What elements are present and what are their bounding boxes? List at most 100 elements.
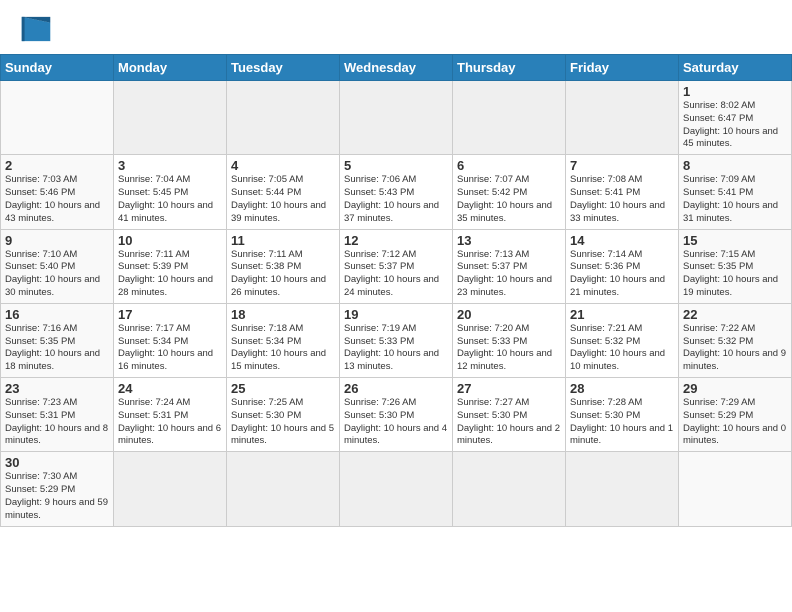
- calendar-cell: 9Sunrise: 7:10 AM Sunset: 5:40 PM Daylig…: [1, 229, 114, 303]
- calendar-header-row: Sunday Monday Tuesday Wednesday Thursday…: [1, 55, 792, 81]
- day-info: Sunrise: 8:02 AM Sunset: 6:47 PM Dayligh…: [683, 100, 787, 151]
- day-number: 3: [118, 158, 222, 173]
- calendar-cell: 10Sunrise: 7:11 AM Sunset: 5:39 PM Dayli…: [114, 229, 227, 303]
- calendar-cell: [114, 452, 227, 526]
- day-info: Sunrise: 7:03 AM Sunset: 5:46 PM Dayligh…: [5, 174, 109, 225]
- day-info: Sunrise: 7:11 AM Sunset: 5:38 PM Dayligh…: [231, 249, 335, 300]
- calendar-cell: [566, 81, 679, 155]
- day-number: 21: [570, 307, 674, 322]
- day-number: 10: [118, 233, 222, 248]
- header: [0, 0, 792, 50]
- day-info: Sunrise: 7:04 AM Sunset: 5:45 PM Dayligh…: [118, 174, 222, 225]
- calendar-cell: 21Sunrise: 7:21 AM Sunset: 5:32 PM Dayli…: [566, 303, 679, 377]
- calendar-week-row: 2Sunrise: 7:03 AM Sunset: 5:46 PM Daylig…: [1, 155, 792, 229]
- calendar-cell: [453, 452, 566, 526]
- day-info: Sunrise: 7:18 AM Sunset: 5:34 PM Dayligh…: [231, 323, 335, 374]
- day-number: 14: [570, 233, 674, 248]
- day-info: Sunrise: 7:05 AM Sunset: 5:44 PM Dayligh…: [231, 174, 335, 225]
- day-info: Sunrise: 7:23 AM Sunset: 5:31 PM Dayligh…: [5, 397, 109, 448]
- calendar-cell: [679, 452, 792, 526]
- day-info: Sunrise: 7:15 AM Sunset: 5:35 PM Dayligh…: [683, 249, 787, 300]
- calendar-cell: [453, 81, 566, 155]
- calendar-cell: 24Sunrise: 7:24 AM Sunset: 5:31 PM Dayli…: [114, 378, 227, 452]
- col-thursday: Thursday: [453, 55, 566, 81]
- page: Sunday Monday Tuesday Wednesday Thursday…: [0, 0, 792, 527]
- day-info: Sunrise: 7:30 AM Sunset: 5:29 PM Dayligh…: [5, 471, 109, 522]
- day-number: 8: [683, 158, 787, 173]
- calendar-cell: 22Sunrise: 7:22 AM Sunset: 5:32 PM Dayli…: [679, 303, 792, 377]
- day-number: 28: [570, 381, 674, 396]
- calendar-week-row: 30Sunrise: 7:30 AM Sunset: 5:29 PM Dayli…: [1, 452, 792, 526]
- day-info: Sunrise: 7:25 AM Sunset: 5:30 PM Dayligh…: [231, 397, 335, 448]
- day-number: 12: [344, 233, 448, 248]
- day-number: 17: [118, 307, 222, 322]
- day-info: Sunrise: 7:09 AM Sunset: 5:41 PM Dayligh…: [683, 174, 787, 225]
- day-number: 27: [457, 381, 561, 396]
- day-info: Sunrise: 7:07 AM Sunset: 5:42 PM Dayligh…: [457, 174, 561, 225]
- calendar-cell: 16Sunrise: 7:16 AM Sunset: 5:35 PM Dayli…: [1, 303, 114, 377]
- calendar-cell: 2Sunrise: 7:03 AM Sunset: 5:46 PM Daylig…: [1, 155, 114, 229]
- day-number: 5: [344, 158, 448, 173]
- day-info: Sunrise: 7:16 AM Sunset: 5:35 PM Dayligh…: [5, 323, 109, 374]
- day-info: Sunrise: 7:14 AM Sunset: 5:36 PM Dayligh…: [570, 249, 674, 300]
- day-info: Sunrise: 7:12 AM Sunset: 5:37 PM Dayligh…: [344, 249, 448, 300]
- calendar-cell: 23Sunrise: 7:23 AM Sunset: 5:31 PM Dayli…: [1, 378, 114, 452]
- calendar-week-row: 1Sunrise: 8:02 AM Sunset: 6:47 PM Daylig…: [1, 81, 792, 155]
- calendar-cell: 13Sunrise: 7:13 AM Sunset: 5:37 PM Dayli…: [453, 229, 566, 303]
- day-number: 13: [457, 233, 561, 248]
- calendar-cell: 12Sunrise: 7:12 AM Sunset: 5:37 PM Dayli…: [340, 229, 453, 303]
- calendar-cell: 20Sunrise: 7:20 AM Sunset: 5:33 PM Dayli…: [453, 303, 566, 377]
- day-number: 1: [683, 84, 787, 99]
- day-number: 25: [231, 381, 335, 396]
- calendar-cell: 11Sunrise: 7:11 AM Sunset: 5:38 PM Dayli…: [227, 229, 340, 303]
- general-blue-logo-icon: [18, 14, 54, 44]
- calendar-cell: 28Sunrise: 7:28 AM Sunset: 5:30 PM Dayli…: [566, 378, 679, 452]
- day-info: Sunrise: 7:11 AM Sunset: 5:39 PM Dayligh…: [118, 249, 222, 300]
- calendar-cell: 30Sunrise: 7:30 AM Sunset: 5:29 PM Dayli…: [1, 452, 114, 526]
- day-info: Sunrise: 7:28 AM Sunset: 5:30 PM Dayligh…: [570, 397, 674, 448]
- calendar-cell: 26Sunrise: 7:26 AM Sunset: 5:30 PM Dayli…: [340, 378, 453, 452]
- calendar-cell: [114, 81, 227, 155]
- col-sunday: Sunday: [1, 55, 114, 81]
- calendar-cell: 7Sunrise: 7:08 AM Sunset: 5:41 PM Daylig…: [566, 155, 679, 229]
- col-friday: Friday: [566, 55, 679, 81]
- calendar-cell: 4Sunrise: 7:05 AM Sunset: 5:44 PM Daylig…: [227, 155, 340, 229]
- calendar-week-row: 23Sunrise: 7:23 AM Sunset: 5:31 PM Dayli…: [1, 378, 792, 452]
- day-info: Sunrise: 7:20 AM Sunset: 5:33 PM Dayligh…: [457, 323, 561, 374]
- day-number: 20: [457, 307, 561, 322]
- calendar-cell: 18Sunrise: 7:18 AM Sunset: 5:34 PM Dayli…: [227, 303, 340, 377]
- calendar-cell: 27Sunrise: 7:27 AM Sunset: 5:30 PM Dayli…: [453, 378, 566, 452]
- day-number: 7: [570, 158, 674, 173]
- day-info: Sunrise: 7:08 AM Sunset: 5:41 PM Dayligh…: [570, 174, 674, 225]
- calendar-cell: 29Sunrise: 7:29 AM Sunset: 5:29 PM Dayli…: [679, 378, 792, 452]
- day-number: 30: [5, 455, 109, 470]
- day-number: 22: [683, 307, 787, 322]
- day-info: Sunrise: 7:13 AM Sunset: 5:37 PM Dayligh…: [457, 249, 561, 300]
- day-info: Sunrise: 7:06 AM Sunset: 5:43 PM Dayligh…: [344, 174, 448, 225]
- calendar-week-row: 9Sunrise: 7:10 AM Sunset: 5:40 PM Daylig…: [1, 229, 792, 303]
- logo: [18, 14, 60, 44]
- calendar-cell: [227, 452, 340, 526]
- calendar-cell: 25Sunrise: 7:25 AM Sunset: 5:30 PM Dayli…: [227, 378, 340, 452]
- calendar: Sunday Monday Tuesday Wednesday Thursday…: [0, 54, 792, 527]
- calendar-cell: [566, 452, 679, 526]
- day-info: Sunrise: 7:10 AM Sunset: 5:40 PM Dayligh…: [5, 249, 109, 300]
- col-tuesday: Tuesday: [227, 55, 340, 81]
- calendar-cell: [340, 81, 453, 155]
- calendar-cell: [227, 81, 340, 155]
- day-number: 2: [5, 158, 109, 173]
- day-number: 11: [231, 233, 335, 248]
- day-info: Sunrise: 7:24 AM Sunset: 5:31 PM Dayligh…: [118, 397, 222, 448]
- day-number: 24: [118, 381, 222, 396]
- calendar-cell: 14Sunrise: 7:14 AM Sunset: 5:36 PM Dayli…: [566, 229, 679, 303]
- col-wednesday: Wednesday: [340, 55, 453, 81]
- day-info: Sunrise: 7:19 AM Sunset: 5:33 PM Dayligh…: [344, 323, 448, 374]
- day-info: Sunrise: 7:17 AM Sunset: 5:34 PM Dayligh…: [118, 323, 222, 374]
- calendar-cell: 5Sunrise: 7:06 AM Sunset: 5:43 PM Daylig…: [340, 155, 453, 229]
- day-info: Sunrise: 7:27 AM Sunset: 5:30 PM Dayligh…: [457, 397, 561, 448]
- calendar-cell: 17Sunrise: 7:17 AM Sunset: 5:34 PM Dayli…: [114, 303, 227, 377]
- calendar-cell: [340, 452, 453, 526]
- day-number: 18: [231, 307, 335, 322]
- day-info: Sunrise: 7:26 AM Sunset: 5:30 PM Dayligh…: [344, 397, 448, 448]
- day-number: 19: [344, 307, 448, 322]
